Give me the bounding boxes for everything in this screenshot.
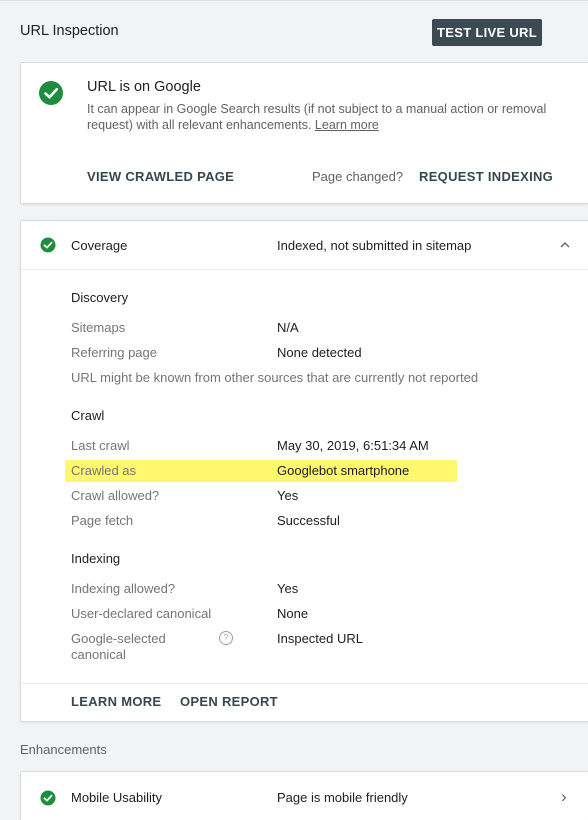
divider — [21, 683, 588, 684]
test-live-url-button[interactable]: TEST LIVE URL — [432, 19, 542, 46]
help-icon[interactable]: ? — [219, 631, 233, 645]
crawled-as-value: Googlebot smartphone — [277, 463, 410, 478]
google-canonical-label-line2: canonical — [71, 647, 126, 662]
learn-more-link[interactable]: Learn more — [315, 118, 379, 132]
page-title: URL Inspection — [20, 23, 119, 39]
chevron-up-icon[interactable] — [559, 240, 571, 250]
referring-page-value: None detected — [277, 345, 362, 360]
last-crawl-label: Last crawl — [71, 438, 130, 453]
crawl-heading: Crawl — [71, 408, 105, 423]
user-canonical-label: User-declared canonical — [71, 606, 212, 621]
google-canonical-label-line1: Google-selected — [71, 631, 166, 646]
last-crawl-value: May 30, 2019, 6:51:34 AM — [277, 438, 429, 453]
header-bar: URL Inspection TEST LIVE URL — [0, 0, 588, 63]
status-title: URL is on Google — [87, 79, 201, 95]
view-crawled-page-button[interactable]: VIEW CRAWLED PAGE — [87, 169, 234, 184]
page-changed-text: Page changed? — [312, 169, 404, 184]
coverage-header[interactable]: Coverage Indexed, not submitted in sitem… — [21, 221, 588, 270]
crawl-allowed-label: Crawl allowed? — [71, 488, 160, 503]
check-circle-icon — [40, 790, 56, 806]
mobile-usability-label: Mobile Usability — [71, 790, 163, 805]
learn-more-button[interactable]: LEARN MORE — [71, 694, 161, 709]
google-canonical-value: Inspected URL — [277, 631, 363, 646]
enhancements-label: Enhancements — [20, 742, 107, 757]
sitemaps-label: Sitemaps — [71, 320, 126, 335]
check-circle-icon — [40, 237, 56, 253]
status-card: URL is on Google It can appear in Google… — [20, 62, 588, 204]
mobile-usability-row[interactable]: Mobile Usability Page is mobile friendly… — [20, 771, 588, 820]
discovery-note: URL might be known from other sources th… — [71, 370, 479, 385]
chevron-right-icon[interactable]: › — [561, 787, 567, 807]
indexing-allowed-label: Indexing allowed? — [71, 581, 176, 596]
coverage-value: Indexed, not submitted in sitemap — [277, 238, 472, 253]
coverage-label: Coverage — [71, 238, 128, 253]
indexing-allowed-value: Yes — [277, 581, 299, 596]
discovery-heading: Discovery — [71, 290, 129, 305]
check-circle-icon — [39, 81, 63, 105]
coverage-card: Coverage Indexed, not submitted in sitem… — [20, 220, 588, 722]
user-canonical-value: None — [277, 606, 309, 621]
open-report-button[interactable]: OPEN REPORT — [180, 694, 278, 709]
mobile-usability-value: Page is mobile friendly — [277, 790, 408, 805]
page-fetch-label: Page fetch — [71, 513, 134, 528]
page-fetch-value: Successful — [277, 513, 340, 528]
indexing-heading: Indexing — [71, 551, 121, 566]
request-indexing-button[interactable]: REQUEST INDEXING — [419, 169, 553, 184]
crawl-allowed-value: Yes — [277, 488, 299, 503]
sitemaps-value: N/A — [277, 320, 299, 335]
crawled-as-label: Crawled as — [71, 463, 137, 478]
status-description: It can appear in Google Search results (… — [87, 101, 547, 133]
referring-page-label: Referring page — [71, 345, 157, 360]
